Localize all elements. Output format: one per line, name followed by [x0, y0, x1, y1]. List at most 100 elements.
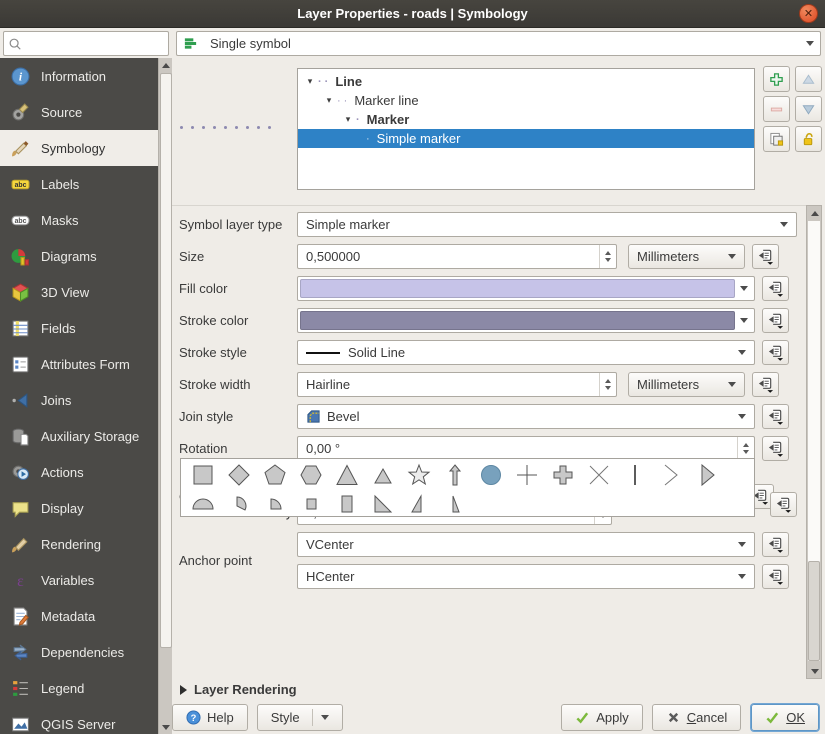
sidebar-item-diagrams[interactable]: Diagrams — [0, 238, 158, 274]
sidebar-item-attributes-form[interactable]: Attributes Form — [0, 346, 158, 382]
marker-shape-gallery[interactable] — [180, 458, 755, 517]
layer-rendering-section[interactable]: Layer Rendering — [180, 682, 297, 697]
shape-pentagon[interactable] — [257, 461, 293, 489]
shape-right-half-triangle[interactable] — [401, 489, 437, 517]
data-defined-override-button[interactable] — [762, 340, 789, 365]
search-input[interactable] — [22, 34, 168, 54]
join-style-select[interactable]: Bevel — [297, 404, 755, 429]
close-icon[interactable]: ✕ — [799, 4, 818, 23]
sidebar-item-labels[interactable]: abc Labels — [0, 166, 158, 202]
sidebar-item-auxiliary-storage[interactable]: Auxiliary Storage — [0, 418, 158, 454]
shape-star[interactable] — [401, 461, 437, 489]
sidebar-item-dependencies[interactable]: Dependencies — [0, 634, 158, 670]
search-box[interactable] — [3, 31, 169, 56]
data-defined-override-button[interactable] — [762, 404, 789, 429]
sidebar-item-3d-view[interactable]: 3D View — [0, 274, 158, 310]
shape-diamond[interactable] — [221, 461, 257, 489]
sidebar-item-source[interactable]: Source — [0, 94, 158, 130]
sidebar-item-metadata[interactable]: Metadata — [0, 598, 158, 634]
sidebar-item-legend[interactable]: Legend — [0, 670, 158, 706]
symbol-layer-tree[interactable]: ▾ ·· Line ▾ ·· Marker line ▾ · Marker · … — [297, 68, 755, 190]
tree-item-simple-marker[interactable]: · Simple marker — [298, 129, 754, 148]
fill-color-button[interactable] — [297, 276, 755, 301]
sidebar-item-actions[interactable]: Actions — [0, 454, 158, 490]
data-defined-override-button[interactable] — [762, 436, 789, 461]
move-up-button[interactable] — [795, 66, 822, 92]
scrollbar-thumb[interactable] — [160, 73, 172, 648]
size-spinbox[interactable]: 0,500000 — [297, 244, 617, 269]
expander-icon[interactable]: ▾ — [304, 76, 316, 87]
shape-line[interactable] — [617, 461, 653, 489]
sidebar-item-information[interactable]: i Information — [0, 58, 158, 94]
sidebar-item-fields[interactable]: Fields — [0, 310, 158, 346]
shape-cross2[interactable] — [581, 461, 617, 489]
data-defined-override-button[interactable] — [762, 308, 789, 333]
sidebar-item-symbology[interactable]: Symbology — [0, 130, 158, 166]
spinner-buttons[interactable] — [737, 437, 754, 460]
cancel-button[interactable]: Cancel — [652, 704, 741, 731]
expander-icon[interactable]: ▾ — [342, 114, 354, 125]
data-defined-override-button[interactable] — [770, 492, 797, 517]
form-scrollbar[interactable] — [806, 205, 822, 679]
sidebar-item-rendering[interactable]: Rendering — [0, 526, 158, 562]
shape-equilateral-triangle[interactable] — [365, 461, 401, 489]
shape-circle[interactable] — [473, 461, 509, 489]
chevron-down-icon[interactable] — [735, 311, 752, 330]
scroll-up-icon[interactable] — [808, 206, 822, 220]
shape-arrowhead[interactable] — [653, 461, 689, 489]
spinner-buttons[interactable] — [599, 373, 616, 396]
add-symbol-layer-button[interactable] — [763, 66, 790, 92]
remove-symbol-layer-button[interactable] — [763, 96, 790, 122]
shape-triangle[interactable] — [329, 461, 365, 489]
duplicate-symbol-layer-button[interactable] — [763, 126, 790, 152]
symbol-layer-type-select[interactable]: Simple marker — [297, 212, 797, 237]
sidebar-item-variables[interactable]: ε Variables — [0, 562, 158, 598]
style-button[interactable]: Style — [257, 704, 343, 731]
help-button[interactable]: ? Help — [172, 704, 248, 731]
collapsed-arrow-icon[interactable] — [180, 685, 187, 695]
shape-arrow[interactable] — [437, 461, 473, 489]
shape-diagonal-half-square[interactable] — [365, 489, 401, 517]
tree-item-marker[interactable]: ▾ · Marker — [298, 110, 754, 129]
data-defined-override-button[interactable] — [762, 532, 789, 557]
lock-button[interactable] — [795, 126, 822, 152]
tree-item-line[interactable]: ▾ ·· Line — [298, 72, 754, 91]
scroll-down-icon[interactable] — [159, 720, 173, 734]
sidebar-item-masks[interactable]: abc Masks — [0, 202, 158, 238]
expander-icon[interactable]: ▾ — [323, 95, 335, 106]
shape-left-half-triangle[interactable] — [437, 489, 473, 517]
apply-button[interactable]: Apply — [561, 704, 643, 731]
anchor-vertical-select[interactable]: VCenter — [297, 532, 755, 557]
data-defined-override-button[interactable] — [752, 372, 779, 397]
stroke-width-unit-select[interactable]: Millimeters — [628, 372, 745, 397]
sidebar-item-joins[interactable]: Joins — [0, 382, 158, 418]
tree-item-marker-line[interactable]: ▾ ·· Marker line — [298, 91, 754, 110]
data-defined-override-button[interactable] — [752, 244, 779, 269]
shape-semi-circle[interactable] — [185, 489, 221, 517]
shape-half-square[interactable] — [329, 489, 365, 517]
data-defined-override-button[interactable] — [762, 564, 789, 589]
shape-third-circle[interactable] — [221, 489, 257, 517]
scroll-up-icon[interactable] — [159, 58, 173, 72]
shape-cross[interactable] — [509, 461, 545, 489]
sidebar-scrollbar[interactable] — [158, 58, 172, 734]
anchor-horizontal-select[interactable]: HCenter — [297, 564, 755, 589]
scrollbar-thumb[interactable] — [808, 561, 820, 661]
shape-quarter-circle[interactable] — [257, 489, 293, 517]
size-unit-select[interactable]: Millimeters — [628, 244, 745, 269]
scroll-down-icon[interactable] — [808, 664, 822, 678]
shape-square[interactable] — [185, 461, 221, 489]
ok-button[interactable]: OK — [751, 704, 819, 731]
shape-quarter-square[interactable] — [293, 489, 329, 517]
shape-cross-fill[interactable] — [545, 461, 581, 489]
renderer-type-select[interactable]: Single symbol — [176, 31, 821, 56]
spinner-buttons[interactable] — [599, 245, 616, 268]
shape-hexagon[interactable] — [293, 461, 329, 489]
sidebar-item-qgis-server[interactable]: QGIS Server — [0, 706, 158, 734]
chevron-down-icon[interactable] — [735, 279, 752, 298]
stroke-width-spinbox[interactable]: Hairline — [297, 372, 617, 397]
data-defined-override-button[interactable] — [762, 276, 789, 301]
move-down-button[interactable] — [795, 96, 822, 122]
stroke-style-select[interactable]: Solid Line — [297, 340, 755, 365]
shape-filled-arrowhead[interactable] — [689, 461, 725, 489]
